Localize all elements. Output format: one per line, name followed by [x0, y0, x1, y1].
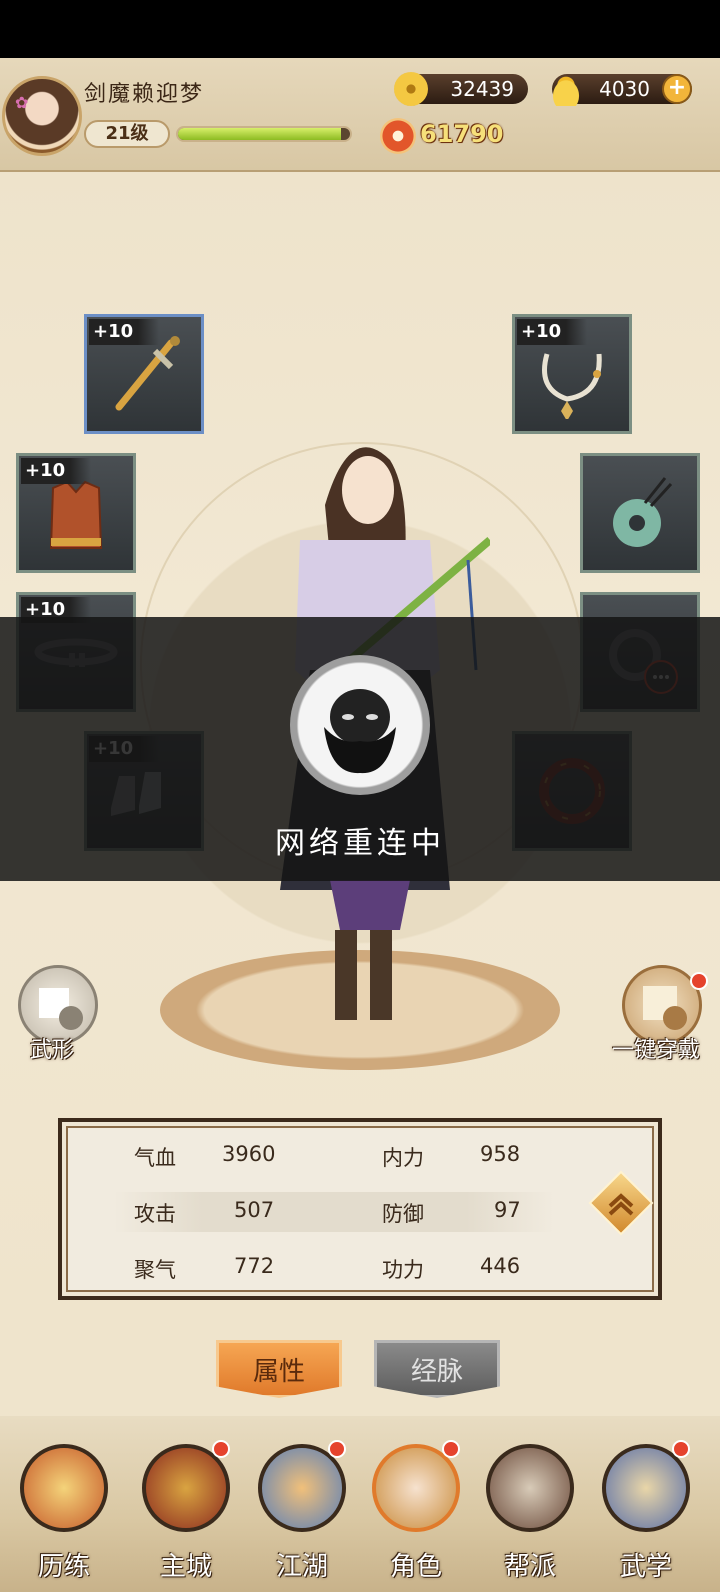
stat-name: 防御 — [382, 1202, 424, 1226]
notification-dot — [328, 1440, 346, 1458]
tab-attributes-label: 属性 — [252, 1357, 305, 1387]
stat-value: 958 — [480, 1142, 521, 1166]
bearded-face-icon — [290, 655, 430, 795]
nav-label: 历练 — [37, 1552, 90, 1582]
exp-bar-fill — [178, 128, 342, 140]
coin-icon — [394, 72, 428, 106]
outfit-swap-icon — [39, 988, 83, 1030]
jade-pendant-icon — [583, 456, 697, 570]
appearance-label: 武形 — [30, 1038, 75, 1063]
nav-label: 主城 — [159, 1552, 212, 1582]
double-chevron-up-icon — [608, 1193, 634, 1216]
enhance-level-tag: +10 — [89, 319, 159, 345]
player-name: 剑魔赖迎梦 — [84, 82, 205, 107]
system-status-bar — [0, 0, 720, 58]
notification-dot — [672, 1440, 690, 1458]
add-gold-button[interactable]: + — [662, 74, 692, 104]
attribute-stats-panel: 气血 3960 内力 958 攻击 507 防御 97 聚气 772 功力 44… — [58, 1118, 662, 1300]
gold-ingot-icon — [546, 72, 586, 106]
stat-row: 聚气 772 功力 446 — [114, 1248, 554, 1288]
stat-row: 气血 3960 内力 958 — [114, 1136, 554, 1176]
combat-power-icon — [380, 118, 416, 154]
notification-dot — [442, 1440, 460, 1458]
tab-attributes[interactable]: 属性 — [216, 1340, 342, 1398]
stat-value: 97 — [494, 1198, 521, 1222]
level-badge: 21级 — [84, 120, 170, 148]
pendant-slot[interactable] — [580, 453, 700, 573]
nav-item-guild[interactable]: 帮派 — [480, 1436, 580, 1586]
exp-bar — [176, 126, 352, 142]
armor-equip-icon — [643, 986, 687, 1030]
notification-dot — [212, 1440, 230, 1458]
nav-item-main-city[interactable]: 主城 — [136, 1436, 236, 1586]
stat-row: 攻击 507 防御 97 — [114, 1192, 554, 1232]
nav-label: 帮派 — [503, 1552, 556, 1582]
stat-name: 聚气 — [134, 1258, 176, 1282]
guild-icon — [486, 1444, 574, 1532]
player-avatar[interactable]: ✿ — [2, 76, 82, 156]
notification-dot — [690, 972, 708, 990]
stat-name: 气血 — [134, 1146, 176, 1170]
stat-value: 772 — [234, 1254, 275, 1278]
stat-name: 攻击 — [134, 1202, 176, 1226]
reconnecting-message: 网络重连中 — [275, 826, 445, 861]
combat-power-value: 61790 — [420, 120, 504, 148]
enhance-level-tag: +10 — [21, 458, 91, 484]
gold-ingot-value: 4030 — [599, 77, 650, 101]
flower-icon: ✿ — [15, 93, 29, 112]
training-icon — [20, 1444, 108, 1532]
necklace-slot[interactable]: +10 — [512, 314, 632, 434]
stat-value: 507 — [234, 1198, 275, 1222]
one-click-wear-label: 一键穿戴 — [612, 1038, 701, 1063]
armor-slot[interactable]: +10 — [16, 453, 136, 573]
tab-meridians-label: 经脉 — [410, 1357, 463, 1387]
nav-label: 角色 — [389, 1552, 442, 1582]
nav-label: 江湖 — [275, 1552, 328, 1582]
nav-item-jianghu[interactable]: 江湖 — [252, 1436, 352, 1586]
nav-item-martial-arts[interactable]: 武学 — [596, 1436, 696, 1586]
nav-label: 武学 — [619, 1552, 672, 1582]
weapon-slot[interactable]: +10 — [84, 314, 204, 434]
stat-value: 446 — [480, 1254, 521, 1278]
stat-name: 功力 — [382, 1258, 424, 1282]
tab-meridians[interactable]: 经脉 — [374, 1340, 500, 1398]
nav-item-training[interactable]: 历练 — [14, 1436, 114, 1586]
stat-value: 3960 — [222, 1142, 276, 1166]
stat-name: 内力 — [382, 1146, 424, 1170]
nav-item-character[interactable]: 角色 — [366, 1436, 466, 1586]
enhance-level-tag: +10 — [517, 319, 587, 345]
